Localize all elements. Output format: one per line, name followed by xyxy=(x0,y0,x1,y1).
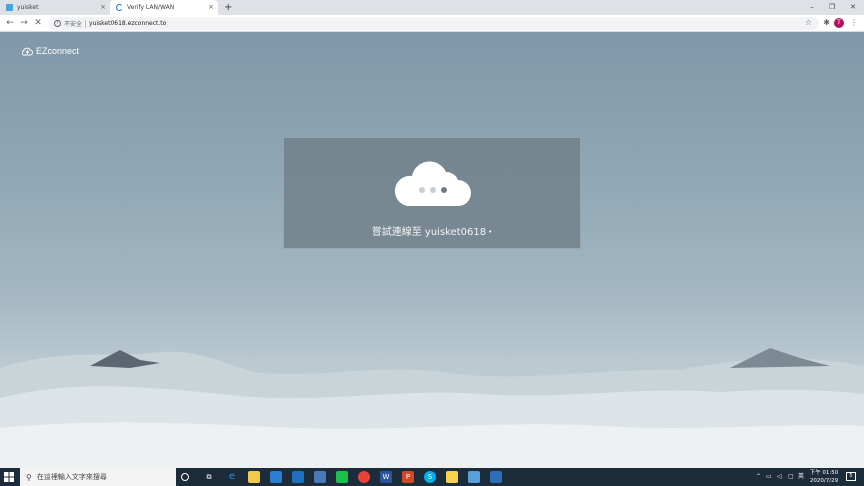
display-icon[interactable]: ▢ xyxy=(788,468,794,486)
tab-verify-lan-wan[interactable]: Verify LAN/WAN × xyxy=(110,0,218,15)
clock-date: 2020/7/29 xyxy=(809,478,839,484)
cortana-icon[interactable] xyxy=(181,473,189,481)
search-placeholder: 在這裡輸入文字來搜尋 xyxy=(36,473,107,481)
connection-status-text: 嘗試連線至 yuisket0618 • xyxy=(284,223,580,238)
tab-title: yuisket xyxy=(17,4,39,11)
url-text[interactable]: yuisket0618.ezconnect.to xyxy=(89,20,166,27)
word-icon[interactable]: W xyxy=(380,471,392,483)
maximize-button[interactable]: ❐ xyxy=(822,0,842,15)
window-close-button[interactable]: ✕ xyxy=(843,0,863,15)
info-icon[interactable]: i xyxy=(54,20,61,27)
status-dot: • xyxy=(488,228,493,236)
connection-status-card: 嘗試連線至 yuisket0618 • xyxy=(283,137,581,249)
back-button[interactable]: ← xyxy=(4,17,16,29)
tab-close-icon[interactable]: × xyxy=(208,3,214,12)
notification-center-icon[interactable]: 5 xyxy=(846,472,856,481)
address-bar[interactable]: i 不安全 yuisket0618.ezconnect.to xyxy=(49,17,819,30)
bookmark-star-icon[interactable]: ☆ xyxy=(805,17,812,29)
loading-spinner-icon xyxy=(116,4,123,11)
powerpoint-icon[interactable]: P xyxy=(402,471,414,483)
forward-button[interactable]: → xyxy=(18,17,30,29)
windows-taskbar: ⚲ 在這裡輸入文字來搜尋 ⧉ e W P S ⌃ ▭ ◁ ▢ 英 下午 01:5… xyxy=(0,468,864,486)
ezconnect-logo: EZconnect xyxy=(22,46,79,56)
tab-title: Verify LAN/WAN xyxy=(127,4,175,11)
chrome-icon[interactable] xyxy=(358,471,370,483)
volume-icon[interactable]: ◁ xyxy=(777,468,782,486)
cloud-upload-icon xyxy=(22,47,33,56)
mail-icon[interactable] xyxy=(292,471,304,483)
stop-button[interactable]: ✕ xyxy=(32,17,44,29)
search-icon: ⚲ xyxy=(26,472,32,482)
favicon-icon xyxy=(6,4,13,11)
clock-time: 下午 01:50 xyxy=(809,470,839,476)
ime-indicator[interactable]: 英 xyxy=(798,468,804,486)
address-divider xyxy=(85,19,87,28)
cloud-loading-icon xyxy=(394,161,471,206)
insecure-label: 不安全 xyxy=(64,21,83,28)
store-icon[interactable] xyxy=(270,471,282,483)
taskbar-search-box[interactable]: ⚲ 在這裡輸入文字來搜尋 xyxy=(20,468,176,486)
tab-close-icon[interactable]: × xyxy=(100,3,106,12)
minimize-button[interactable]: – xyxy=(802,0,822,15)
weather-icon[interactable] xyxy=(468,471,480,483)
new-tab-button[interactable]: + xyxy=(224,1,232,14)
extensions-icon[interactable]: ✱ xyxy=(823,17,830,29)
tray-chevron-icon[interactable]: ⌃ xyxy=(756,468,761,486)
cloud-landscape-background xyxy=(0,348,864,468)
page-viewport: EZconnect 嘗試連線至 yuisket0618 • xyxy=(0,32,864,468)
line-icon[interactable] xyxy=(336,471,348,483)
brand-name: EZconnect xyxy=(36,46,80,56)
skype-icon[interactable]: S xyxy=(424,471,436,483)
browser-toolbar: ← → ✕ i 不安全 yuisket0618.ezconnect.to ☆ ✱… xyxy=(0,15,864,32)
menu-icon[interactable]: ⋮ xyxy=(850,17,858,29)
photos-icon[interactable] xyxy=(490,471,502,483)
profile-avatar[interactable]: T xyxy=(834,18,844,28)
browser-tab-bar: yuisket × Verify LAN/WAN × + – ❐ ✕ xyxy=(0,0,864,15)
tab-yuisket[interactable]: yuisket × xyxy=(0,0,110,15)
network-icon[interactable]: ▭ xyxy=(766,468,772,486)
edge-icon[interactable]: e xyxy=(226,471,238,483)
system-clock[interactable]: 下午 01:50 2020/7/29 xyxy=(806,469,842,485)
file-explorer-icon[interactable] xyxy=(248,471,260,483)
sticky-notes-icon[interactable] xyxy=(446,471,458,483)
task-view-icon[interactable]: ⧉ xyxy=(203,471,215,483)
status-message: 嘗試連線至 yuisket0618 xyxy=(371,227,487,238)
outlook-icon[interactable] xyxy=(314,471,326,483)
windows-start-icon[interactable] xyxy=(4,472,14,482)
